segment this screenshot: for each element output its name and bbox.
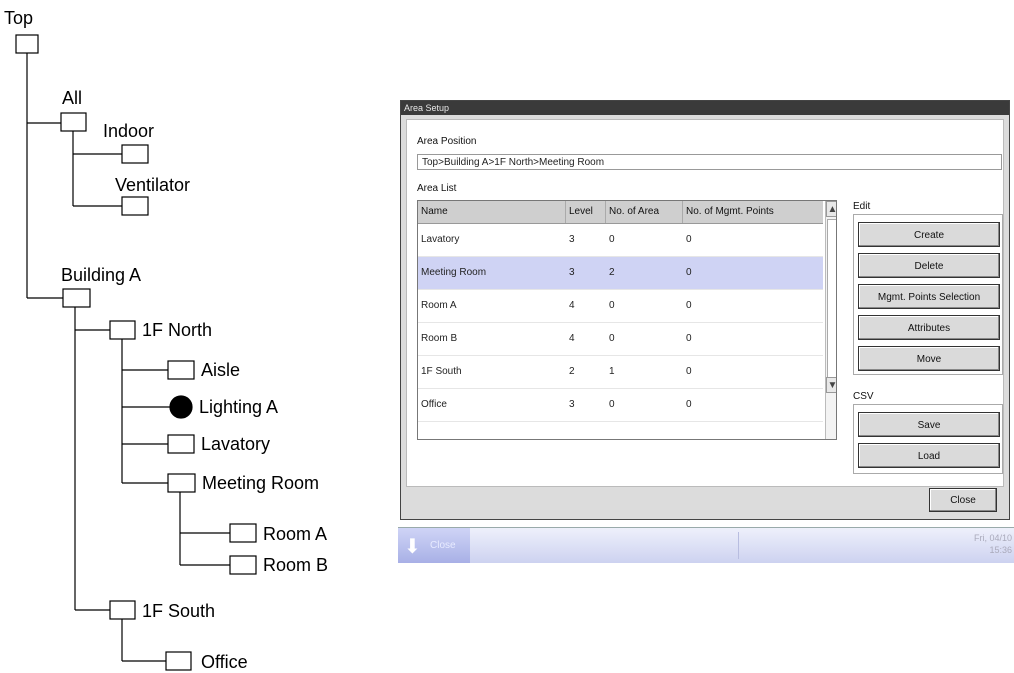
cell-no-of-area: 0	[609, 333, 615, 344]
csv-group-label: CSV	[853, 391, 874, 402]
tree-label-office: Office	[201, 652, 248, 672]
tree-node-meeting-room	[167, 473, 196, 493]
edit-group: Create Delete Mgmt. Points Selection Att…	[853, 214, 1003, 375]
cell-no-of-area: 1	[609, 366, 615, 377]
close-button[interactable]: Close	[929, 488, 997, 512]
tree-node-aisle	[167, 360, 195, 380]
column-header-no-of-mgmt-points[interactable]: No. of Mgmt. Points	[683, 201, 823, 223]
scroll-down-arrow-icon[interactable]: ▼	[826, 377, 836, 393]
tree-label-lavatory: Lavatory	[201, 434, 271, 454]
mgmt-points-selection-button[interactable]: Mgmt. Points Selection	[858, 284, 1000, 309]
list-scrollbar[interactable]: ▲ ▼	[825, 201, 836, 439]
tree-node-ventilator	[121, 196, 149, 216]
tree-label-aisle: Aisle	[201, 360, 241, 380]
cell-no-of-mgmt-points: 0	[686, 366, 692, 377]
load-button[interactable]: Load	[858, 443, 1000, 468]
tree-node-1f-north	[109, 320, 136, 340]
cell-level: 4	[569, 300, 575, 311]
delete-button[interactable]: Delete	[858, 253, 1000, 278]
cell-no-of-mgmt-points: 0	[686, 399, 692, 410]
taskbar-close-label: Close	[430, 540, 456, 551]
tree-node-building-a	[62, 288, 91, 308]
tree-label-1f-south: 1F South	[142, 601, 216, 621]
area-position-label: Area Position	[417, 136, 477, 147]
area-setup-window: Area Setup Area Position Top>Building A>…	[400, 100, 1010, 520]
table-row[interactable]: Meeting Room 3 2 0	[418, 257, 823, 290]
cell-level: 2	[569, 366, 575, 377]
cell-no-of-mgmt-points: 0	[686, 333, 692, 344]
attributes-button[interactable]: Attributes	[858, 315, 1000, 340]
scroll-up-arrow-icon[interactable]: ▲	[826, 201, 836, 217]
cell-no-of-area: 2	[609, 267, 615, 278]
table-row[interactable]: Room A 4 0 0	[418, 290, 823, 323]
tree-node-lavatory	[167, 434, 195, 454]
taskbar-divider	[738, 532, 739, 559]
edit-group-label: Edit	[853, 201, 871, 212]
scrollbar-thumb[interactable]	[827, 219, 836, 379]
taskbar-close-button[interactable]: ⬇ Close	[398, 528, 470, 563]
tree-node-all	[60, 112, 87, 132]
area-position-field: Top>Building A>1F North>Meeting Room	[417, 154, 1002, 170]
cell-name: Lavatory	[421, 234, 460, 245]
move-button[interactable]: Move	[858, 346, 1000, 371]
taskbar-datetime: Fri, 04/10 15:36	[974, 532, 1012, 556]
cell-no-of-mgmt-points: 0	[686, 234, 692, 245]
tree-node-room-b	[229, 555, 257, 575]
tree-label-ventilator: Ventilator	[115, 175, 191, 195]
tree-node-office	[165, 651, 192, 671]
column-header-level[interactable]: Level	[566, 201, 606, 223]
cell-name: 1F South	[421, 366, 462, 377]
tree-node-top	[15, 34, 39, 54]
tree-label-1f-north: 1F North	[142, 320, 213, 340]
tree-node-room-a	[229, 523, 257, 543]
cell-level: 3	[569, 234, 575, 245]
tree-node-1f-south	[109, 600, 136, 620]
down-arrow-icon: ⬇	[404, 536, 421, 558]
table-row[interactable]: Office 3 0 0	[418, 389, 823, 422]
cell-no-of-area: 0	[609, 300, 615, 311]
tree-label-room-b: Room B	[263, 555, 329, 575]
tree-label-building-a: Building A	[61, 265, 142, 285]
table-header: Name Level No. of Area No. of Mgmt. Poin…	[418, 201, 823, 224]
cell-no-of-area: 0	[609, 234, 615, 245]
table-row[interactable]: Room B 4 0 0	[418, 323, 823, 356]
area-list-label: Area List	[417, 183, 457, 194]
cell-level: 3	[569, 267, 575, 278]
cell-no-of-area: 0	[609, 399, 615, 410]
tree-node-indoor	[121, 144, 149, 164]
cell-no-of-mgmt-points: 0	[686, 300, 692, 311]
tree-label-indoor: Indoor	[103, 121, 155, 141]
window-title: Area Setup	[401, 101, 1009, 115]
tree-label-room-a: Room A	[263, 524, 328, 544]
table-row[interactable]: Lavatory 3 0 0	[418, 224, 823, 257]
create-button[interactable]: Create	[858, 222, 1000, 247]
column-header-name[interactable]: Name	[418, 201, 566, 223]
cell-name: Meeting Room	[421, 267, 487, 278]
cell-level: 4	[569, 333, 575, 344]
cell-name: Office	[421, 399, 447, 410]
window-body: Area Position Top>Building A>1F North>Me…	[406, 119, 1004, 487]
table-row[interactable]: 1F South 2 1 0	[418, 356, 823, 389]
csv-group: Save Load	[853, 404, 1003, 474]
tree-label-top: Top	[4, 8, 34, 28]
save-button[interactable]: Save	[858, 412, 1000, 437]
taskbar-date: Fri, 04/10	[973, 533, 1012, 543]
cell-level: 3	[569, 399, 575, 410]
area-list-table[interactable]: Name Level No. of Area No. of Mgmt. Poin…	[417, 200, 837, 440]
tree-label-all: All	[62, 88, 83, 108]
cell-name: Room B	[421, 333, 458, 344]
column-header-no-of-area[interactable]: No. of Area	[606, 201, 683, 223]
tree-label-lighting-a: Lighting A	[199, 397, 279, 417]
cell-no-of-mgmt-points: 0	[686, 267, 692, 278]
taskbar: ⬇ Close Fri, 04/10 15:36	[398, 527, 1014, 563]
taskbar-time: 15:36	[989, 545, 1012, 555]
tree-label-meeting-room: Meeting Room	[202, 473, 320, 493]
cell-name: Room A	[421, 300, 457, 311]
tree-node-lighting-a	[169, 395, 193, 419]
